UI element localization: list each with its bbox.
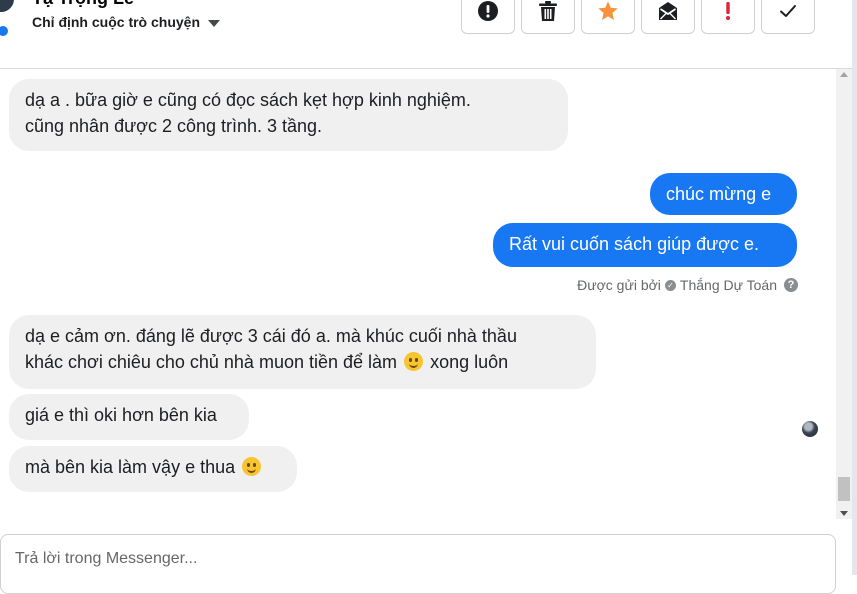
message-line: khác chơi chiêu cho chủ nhà muon tiền để… [25,352,398,372]
mail-icon [659,2,677,20]
star-button[interactable] [581,0,635,34]
smiley-emoji-icon [404,352,424,371]
assign-conversation-dropdown[interactable]: Chỉ định cuộc trò chuyện [32,14,221,30]
scrollbar-thumb[interactable] [838,477,850,501]
message-text: giá e thì oki hơn bên kia [25,405,217,425]
scroll-down-arrow-icon[interactable] [840,511,848,516]
assign-conversation-label: Chỉ định cuộc trò chuyện [32,14,201,30]
exclamation-icon [726,2,730,20]
check-circle-icon: ✓ [664,279,676,291]
page-scroll-edge [852,0,857,575]
messenger-badge-icon [0,24,10,38]
delete-button[interactable] [521,0,575,34]
reply-input[interactable] [13,549,817,569]
help-icon[interactable]: ? [784,278,798,292]
alert-circle-icon [478,1,498,21]
scroll-up-arrow-icon[interactable] [840,72,848,77]
message-bubble-incoming[interactable]: giá e thì oki hơn bên kia [9,394,249,440]
message-line: dạ a . bữa giờ e cũng có đọc sách kẹt hợ… [25,90,471,110]
contact-name[interactable]: Tạ Trọng Lễ [32,0,134,9]
mark-done-button[interactable] [761,0,815,34]
message-bubble-outgoing[interactable]: Rất vui cuốn sách giúp được e. [493,223,797,267]
contact-avatar[interactable] [0,0,16,14]
conversation-toolbar [461,0,815,34]
message-line: cũng nhân được 2 công trình. 3 tầng. [25,116,323,136]
message-bubble-incoming[interactable]: dạ e cảm ơn. đáng lẽ được 3 cái đó a. mà… [9,315,596,389]
follow-up-button[interactable] [701,0,755,34]
thread-scrollbar[interactable] [836,69,852,519]
sent-by-info: Được gửi bởi ✓ Thắng Dự Toán ? [577,277,798,293]
mark-spam-button[interactable] [461,0,515,34]
message-bubble-incoming[interactable]: mà bên kia làm vậy e thua [9,446,297,492]
message-line: dạ e cảm ơn. đáng lẽ được 3 cái đó a. mà… [25,326,517,346]
conversation-header: Tạ Trọng Lễ Chỉ định cuộc trò chuyện [0,0,857,69]
message-bubble-incoming[interactable]: dạ a . bữa giờ e cũng có đọc sách kẹt hợ… [9,79,568,151]
message-text: mà bên kia làm vậy e thua [25,457,236,477]
reply-composer[interactable] [0,534,836,594]
smiley-emoji-icon [242,457,262,476]
sender-name[interactable]: Thắng Dự Toán [680,277,777,293]
message-text: Rất vui cuốn sách giúp được e. [509,234,759,254]
sent-by-prefix: Được gửi bởi [577,277,661,293]
read-receipt-avatar [802,421,818,437]
trash-icon [539,1,557,21]
check-icon [780,5,796,17]
mark-unread-button[interactable] [641,0,695,34]
message-line: xong luôn [430,352,509,372]
caret-down-icon [208,19,221,27]
message-text: chúc mừng e [666,184,772,204]
message-thread[interactable]: dạ a . bữa giờ e cũng có đọc sách kẹt hợ… [0,69,836,534]
star-icon [598,1,618,20]
message-bubble-outgoing[interactable]: chúc mừng e [650,173,797,215]
